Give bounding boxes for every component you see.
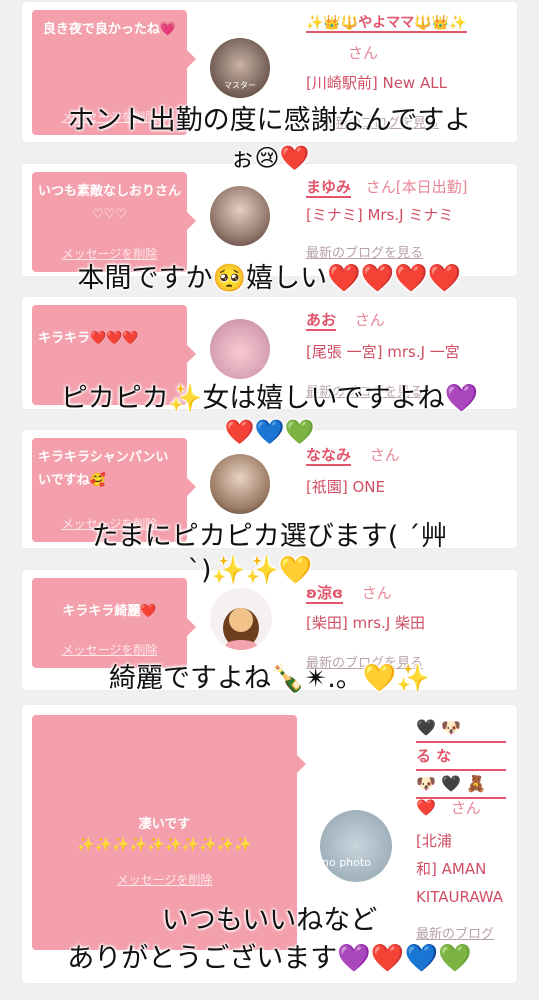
emoji-avatar-icon: [223, 608, 259, 650]
sender-name-row: ななみ さん: [306, 446, 400, 466]
avatar[interactable]: [210, 319, 270, 379]
message-sparkles: ✨✨✨✨✨✨✨✨✨✨: [77, 837, 252, 853]
overlay-caption: いつもいいねなど: [161, 905, 378, 936]
shop-label: [川崎駅前] New ALL: [306, 74, 447, 92]
sender-name-link[interactable]: ななみ: [306, 446, 352, 466]
message-text: キラキラシャンパンいいですね🥰: [38, 450, 169, 488]
sender-name-link[interactable]: あお: [306, 311, 337, 331]
delete-message-link[interactable]: メッセージを削除: [32, 871, 297, 888]
overlay-caption: ありがとうございます💜❤️💙💚: [67, 943, 472, 974]
shop-label: [柴田] mrs.J 柴田: [306, 614, 426, 632]
overlay-caption: `)✨✨💛: [187, 555, 313, 586]
avatar[interactable]: マスター: [210, 38, 270, 98]
overlay-caption: ホント出勤の度に感謝なんですよ: [67, 105, 472, 136]
message-text: いつも素敵なしおりさん♡♡♡: [38, 184, 182, 222]
avatar[interactable]: [210, 454, 270, 514]
shop-label: [祇園] ONE: [306, 478, 385, 496]
overlay-caption: ピカピカ✨女は嬉しいですよね💜: [60, 383, 479, 414]
message-text: 凄いです: [138, 817, 191, 832]
overlay-caption: 綺麗ですよね🍾✴︎.。💛✨: [108, 663, 431, 694]
overlay-caption: たまにピカピカ選びます( ´艸: [91, 521, 448, 552]
message-text: キラキラ綺麗❤️: [62, 604, 157, 619]
sender-name-link[interactable]: ✨👑🔱やよママ🔱👑✨: [306, 12, 467, 33]
avatar[interactable]: [210, 588, 272, 650]
message-bubble: キラキラ綺麗❤️ メッセージを削除: [32, 578, 196, 668]
san-label: さん: [348, 44, 379, 62]
avatar[interactable]: [210, 186, 270, 246]
shop-label: [ミナミ] Mrs.J ミナミ: [306, 206, 454, 224]
sender-name-row: まゆみ さん[本日出勤]: [306, 176, 468, 198]
sender-name-link[interactable]: 🖤 🐶 る な 🐶 🖤 🧸: [416, 715, 506, 799]
overlay-caption: ❤️💙💚: [224, 418, 315, 446]
sender-name-link[interactable]: ʚ涼ɞ: [306, 584, 343, 604]
overlay-caption: ぉ😢❤️: [230, 144, 310, 172]
message-text: 良き夜で良かったね💗: [42, 22, 177, 37]
name-suffix: さん[本日出勤]: [365, 178, 468, 196]
overlay-caption: 本間ですか🥺嬉しい❤️❤️❤️❤️: [77, 263, 462, 294]
message-text: キラキラ❤️❤️❤️: [38, 331, 139, 346]
avatar[interactable]: no photo: [320, 810, 392, 882]
sender-name-row: あお さん: [306, 311, 385, 331]
sender-name-link[interactable]: まゆみ: [306, 178, 352, 198]
shop-label: [尾張 一宮] mrs.J 一宮: [306, 343, 460, 361]
sender-name-row: ❤️ さん: [416, 798, 481, 817]
no-photo-label: no photo: [322, 856, 371, 869]
avatar-watermark: マスター: [224, 81, 256, 90]
